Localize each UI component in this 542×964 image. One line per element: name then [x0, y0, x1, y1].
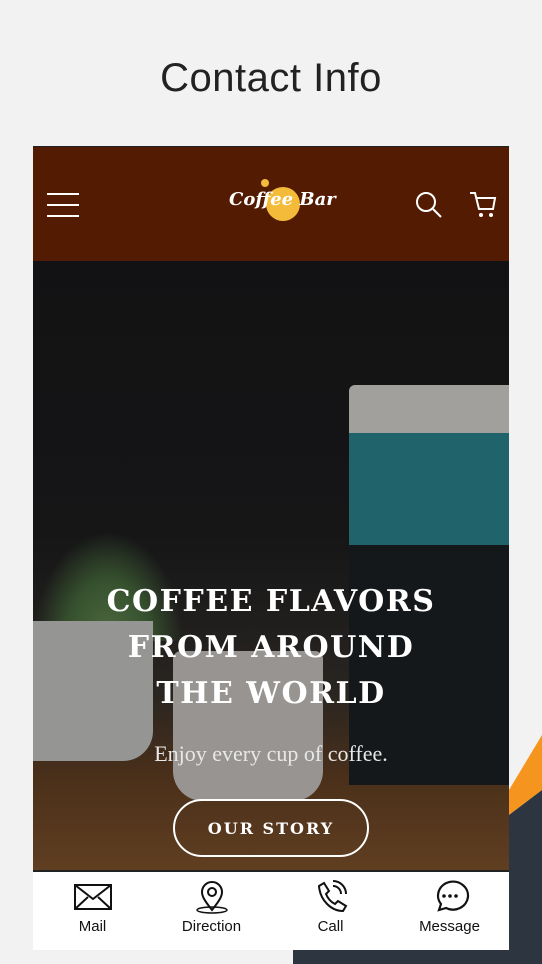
hero-title-line: THE WORLD	[156, 676, 386, 711]
nav-call[interactable]: Call	[271, 872, 390, 950]
hero-subtitle: Enjoy every cup of coffee.	[154, 741, 388, 766]
menu-icon[interactable]	[47, 193, 79, 217]
hero-title: COFFEE FLAVORS FROM AROUND THE WORLD	[33, 579, 509, 717]
location-pin-icon	[195, 881, 228, 914]
hero-overlay	[33, 261, 509, 870]
hero-title-line: FROM AROUND	[127, 630, 415, 665]
bottom-nav: Mail Direction Call Message	[33, 870, 509, 950]
app-header: Coffee Bar	[33, 146, 509, 261]
envelope-icon	[73, 884, 112, 910]
nav-label: Direction	[181, 918, 242, 935]
nav-label: Mail	[78, 918, 107, 935]
page-title: Contact Info	[160, 56, 382, 100]
nav-message[interactable]: Message	[390, 872, 509, 950]
chat-bubble-icon	[436, 880, 469, 912]
app-preview: Coffee Bar COFFEE FLAVORS FROM AROUND TH…	[33, 146, 509, 950]
nav-label: Call	[317, 918, 344, 935]
search-icon[interactable]	[415, 191, 443, 219]
cart-icon[interactable]	[469, 191, 497, 219]
nav-direction[interactable]: Direction	[152, 872, 271, 950]
hero-title-line: COFFEE FLAVORS	[106, 584, 436, 619]
logo[interactable]: Coffee Bar	[229, 179, 336, 223]
nav-mail[interactable]: Mail	[33, 872, 152, 950]
nav-label: Message	[419, 918, 480, 935]
phone-icon	[317, 880, 347, 913]
hero-banner: COFFEE FLAVORS FROM AROUND THE WORLD Enj…	[33, 261, 509, 870]
our-story-button[interactable]: OUR STORY	[173, 799, 369, 857]
